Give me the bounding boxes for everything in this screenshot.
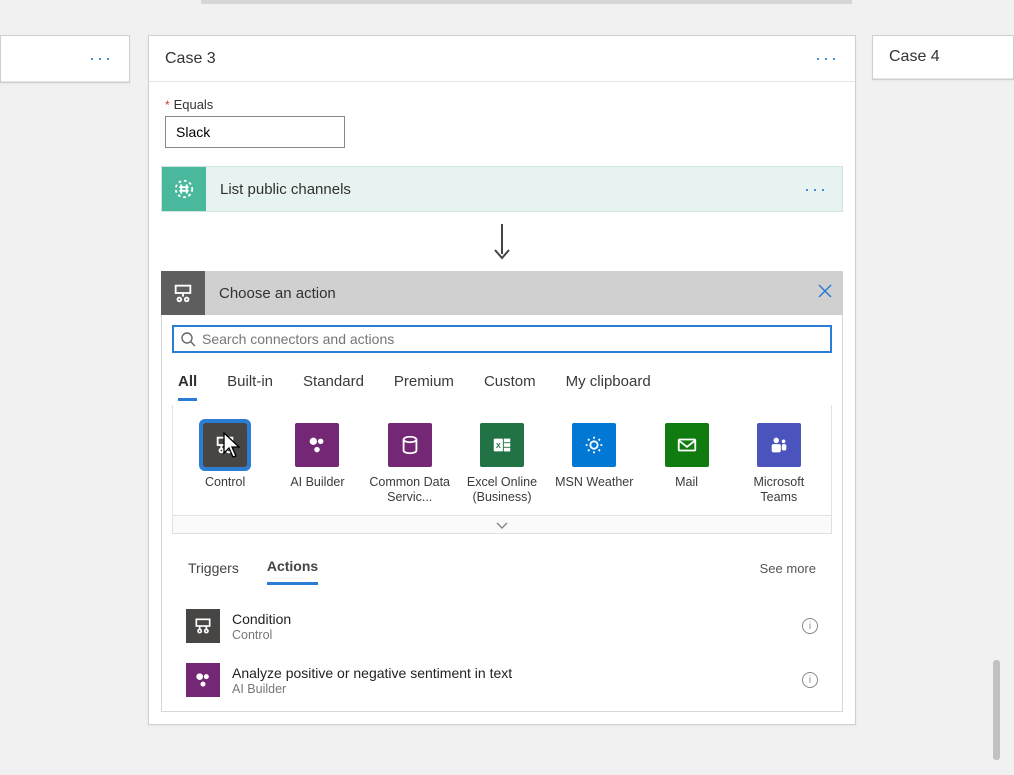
connector-cds[interactable]: Common Data Servic... bbox=[367, 423, 453, 505]
connector-aibuilder[interactable]: AI Builder bbox=[274, 423, 360, 505]
case-card-4: Case 4 bbox=[872, 35, 1014, 80]
expand-connectors-toggle[interactable] bbox=[172, 516, 832, 534]
connector-label: Microsoft Teams bbox=[736, 475, 822, 505]
category-tabs: All Built-in Standard Premium Custom My … bbox=[172, 363, 832, 401]
action-title: List public channels bbox=[206, 181, 790, 198]
case-card-3: Case 3 ··· * Equals List public channels… bbox=[148, 35, 856, 725]
see-more-link[interactable]: See more bbox=[760, 561, 816, 576]
tab-standard[interactable]: Standard bbox=[303, 367, 364, 401]
tab-actions[interactable]: Actions bbox=[267, 552, 318, 585]
sub-tabs: Triggers Actions See more bbox=[182, 544, 822, 585]
case-3-title: Case 3 bbox=[165, 50, 216, 68]
search-box[interactable] bbox=[172, 325, 832, 353]
mail-icon bbox=[665, 423, 709, 467]
connector-label: MSN Weather bbox=[551, 475, 637, 490]
connector-label: Excel Online (Business) bbox=[459, 475, 545, 505]
action-condition[interactable]: Condition Control i bbox=[182, 603, 822, 657]
chevron-down-icon bbox=[495, 520, 509, 530]
connector-weather[interactable]: MSN Weather bbox=[551, 423, 637, 505]
info-icon[interactable]: i bbox=[802, 618, 818, 634]
control-icon bbox=[203, 423, 247, 467]
action-sentiment[interactable]: Analyze positive or negative sentiment i… bbox=[182, 657, 822, 711]
case-4-title: Case 4 bbox=[889, 48, 940, 66]
search-input[interactable] bbox=[202, 331, 824, 347]
teams-icon bbox=[757, 423, 801, 467]
case-card-left: ··· bbox=[0, 35, 130, 83]
connector-teams[interactable]: Microsoft Teams bbox=[736, 423, 822, 505]
slack-hash-icon bbox=[162, 167, 206, 211]
close-icon[interactable] bbox=[807, 283, 843, 304]
info-icon[interactable]: i bbox=[802, 672, 818, 688]
scrollbar-thumb[interactable] bbox=[993, 660, 1000, 760]
tab-builtin[interactable]: Built-in bbox=[227, 367, 273, 401]
action-picker-header: Choose an action bbox=[161, 271, 843, 315]
cds-icon bbox=[388, 423, 432, 467]
tab-triggers[interactable]: Triggers bbox=[188, 554, 239, 584]
actions-section: Triggers Actions See more Condition Cont… bbox=[172, 534, 832, 711]
connector-label: Mail bbox=[644, 475, 730, 490]
tab-premium[interactable]: Premium bbox=[394, 367, 454, 401]
left-case-menu-icon[interactable]: ··· bbox=[89, 48, 113, 69]
action-picker-body: All Built-in Standard Premium Custom My … bbox=[161, 315, 843, 712]
choose-action-icon bbox=[161, 271, 205, 315]
connector-grid: Control AI Builder Common Data Servic.. bbox=[172, 405, 832, 516]
connector-label: AI Builder bbox=[274, 475, 360, 490]
connector-mail[interactable]: Mail bbox=[644, 423, 730, 505]
control-icon bbox=[186, 609, 220, 643]
connector-label: Common Data Servic... bbox=[367, 475, 453, 505]
excel-icon: X bbox=[480, 423, 524, 467]
action-list: Condition Control i Analyze positive or … bbox=[182, 603, 822, 711]
action-picker-title: Choose an action bbox=[205, 285, 807, 302]
connector-label: Control bbox=[182, 475, 268, 490]
action-title: Analyze positive or negative sentiment i… bbox=[232, 665, 790, 681]
action-title: Condition bbox=[232, 611, 790, 627]
aibuilder-icon bbox=[295, 423, 339, 467]
svg-text:X: X bbox=[496, 441, 501, 450]
action-menu-icon[interactable]: ··· bbox=[790, 179, 842, 200]
equals-input[interactable] bbox=[165, 116, 345, 148]
tab-custom[interactable]: Custom bbox=[484, 367, 536, 401]
connector-excel[interactable]: X Excel Online (Business) bbox=[459, 423, 545, 505]
equals-section: * Equals bbox=[149, 82, 855, 156]
action-subtitle: Control bbox=[232, 628, 790, 642]
case-3-header: Case 3 ··· bbox=[149, 36, 855, 82]
action-step-list-channels[interactable]: List public channels ··· bbox=[161, 166, 843, 212]
flow-arrow-icon bbox=[149, 212, 855, 271]
action-subtitle: AI Builder bbox=[232, 682, 790, 696]
connector-control[interactable]: Control bbox=[182, 423, 268, 505]
tab-all[interactable]: All bbox=[178, 367, 197, 401]
aibuilder-icon bbox=[186, 663, 220, 697]
case-3-menu-icon[interactable]: ··· bbox=[815, 48, 839, 69]
required-asterisk-icon: * bbox=[165, 98, 170, 112]
equals-label: Equals bbox=[174, 97, 214, 112]
tab-clipboard[interactable]: My clipboard bbox=[566, 367, 651, 401]
weather-icon bbox=[572, 423, 616, 467]
search-icon bbox=[180, 331, 196, 347]
